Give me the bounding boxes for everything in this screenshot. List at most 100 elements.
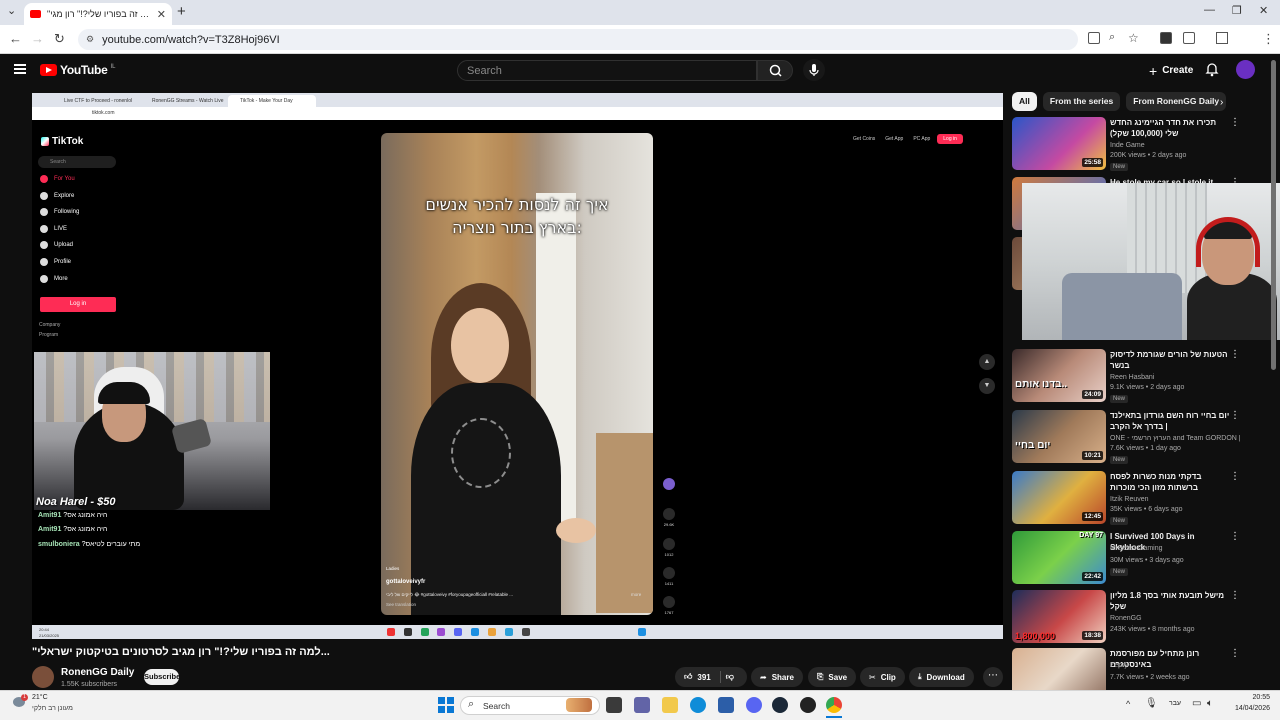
- chip-from-channel[interactable]: From RonenGG Daily: [1126, 92, 1227, 111]
- windows-start-icon[interactable]: [438, 697, 454, 713]
- logo-text: YouTube: [60, 63, 108, 77]
- input-language[interactable]: עבר: [1169, 700, 1181, 707]
- recommendation-item[interactable]: בדנו אותם.. 24:09 הטעות של הורים שגורמת ל…: [1012, 349, 1242, 405]
- tiktok-footer-link: Program: [39, 332, 59, 338]
- chevron-right-icon[interactable]: ›: [1220, 97, 1223, 108]
- video-thumbnail[interactable]: בדנו אותם.. 24:09: [1012, 349, 1106, 402]
- rec-menu-icon[interactable]: ⋮: [1230, 117, 1240, 128]
- video-thumbnail[interactable]: [1012, 648, 1106, 690]
- rec-menu-icon[interactable]: ⋮: [1230, 531, 1240, 542]
- forward-icon[interactable]: →: [31, 31, 44, 46]
- pc-app-button: PC App: [913, 136, 931, 142]
- rec-menu-icon[interactable]: ⋮: [1230, 410, 1240, 421]
- recommendation-item[interactable]: 1,800,000 18:38 מישל תובעת אותי בסך 1.8 מ…: [1012, 590, 1242, 646]
- download-button[interactable]: ⤓ Download: [909, 667, 974, 687]
- back-icon[interactable]: ←: [9, 31, 22, 46]
- search-icon: [769, 64, 782, 77]
- video-player[interactable]: Live CTF to Proceed - ronenlol RonenGG S…: [32, 93, 1003, 639]
- tiktok-search: Search: [38, 156, 116, 168]
- chrome-icon[interactable]: [826, 697, 842, 713]
- create-label: Create: [1162, 65, 1194, 76]
- store-icon[interactable]: [718, 697, 734, 713]
- tiktok-sound-label: Ladies: [386, 566, 400, 571]
- clip-button[interactable]: ✂ Clip: [860, 667, 905, 687]
- rec-menu-icon[interactable]: ⋮: [1230, 471, 1240, 482]
- tab-close-icon[interactable]: ✕: [157, 8, 166, 21]
- search-button[interactable]: [757, 60, 793, 81]
- install-icon[interactable]: [1088, 32, 1100, 44]
- new-tab-icon[interactable]: +: [177, 3, 186, 20]
- users-icon: [40, 208, 48, 216]
- share-button[interactable]: ➦ Share: [751, 667, 803, 687]
- voice-search-button[interactable]: [803, 59, 825, 81]
- recommendation-item[interactable]: יום בחיי 10:21 יום בחיי רוח השם גורדון בת…: [1012, 410, 1242, 466]
- live-icon: [40, 225, 48, 233]
- page-scrollbar[interactable]: [1271, 60, 1276, 370]
- video-thumbnail[interactable]: 12:45: [1012, 471, 1106, 524]
- obs-icon[interactable]: [800, 697, 816, 713]
- more-actions-icon[interactable]: ⋯: [983, 667, 1003, 687]
- volume-icon[interactable]: 🔈︎: [1207, 698, 1213, 709]
- duration-badge: 18:38: [1082, 631, 1103, 640]
- create-button[interactable]: + Create: [1141, 60, 1201, 81]
- notifications-button[interactable]: [1205, 61, 1219, 82]
- thumbnail-overlay-text: בדנו אותם..: [1015, 379, 1068, 390]
- video-thumbnail[interactable]: 25:58: [1012, 117, 1106, 170]
- chat-message: ?היה אמונג אס: [63, 512, 108, 519]
- rec-menu-icon[interactable]: ⋮: [1230, 590, 1240, 601]
- clock-time[interactable]: 20:55: [1225, 694, 1270, 701]
- video-thumbnail[interactable]: 1,800,000 18:38: [1012, 590, 1106, 643]
- browser-menu-icon[interactable]: ⋮: [1262, 31, 1275, 47]
- video-thumbnail[interactable]: יום בחיי 10:21: [1012, 410, 1106, 463]
- maximize-icon[interactable]: ❐: [1232, 4, 1242, 17]
- reload-icon[interactable]: ↻: [54, 31, 65, 47]
- rec-menu-icon[interactable]: ⋮: [1230, 349, 1240, 360]
- menu-icon[interactable]: [14, 64, 26, 74]
- steam-icon[interactable]: [772, 697, 788, 713]
- channel-avatar[interactable]: [32, 666, 54, 688]
- close-window-icon[interactable]: ✕: [1259, 4, 1268, 17]
- chip-all[interactable]: All: [1012, 92, 1037, 111]
- rec-menu-icon[interactable]: ⋮: [1230, 648, 1240, 659]
- webcam-microphone: [170, 417, 213, 455]
- rec-channel: Reen Hasbani: [1110, 374, 1155, 381]
- zoom-icon[interactable]: ⌕: [1109, 31, 1115, 44]
- captured-tab: RonenGG Streams - Watch Live: [152, 98, 224, 104]
- extensions-puzzle-icon[interactable]: [1183, 32, 1195, 44]
- site-info-icon[interactable]: ⚙: [86, 34, 94, 45]
- url-field[interactable]: ⚙ youtube.com/watch?v=T3Z8Hoj96VI: [78, 29, 1078, 50]
- chip-from-series[interactable]: From the series: [1042, 92, 1121, 111]
- minimize-icon[interactable]: —: [1204, 4, 1215, 16]
- save-button[interactable]: ⎘ Save: [808, 667, 857, 687]
- tiktok-nav-more: More: [40, 275, 68, 283]
- teams-icon[interactable]: [634, 697, 650, 713]
- network-icon[interactable]: ▭: [1192, 698, 1201, 709]
- account-avatar[interactable]: [1236, 60, 1255, 79]
- youtube-logo[interactable]: YouTube IL: [40, 63, 115, 77]
- microphone-tray-icon[interactable]: 🎙︎: [1145, 698, 1158, 709]
- subscribe-button[interactable]: Subscribe: [144, 669, 180, 685]
- media-control-icon[interactable]: [1216, 32, 1228, 44]
- clock-date[interactable]: 14/04/2026: [1225, 705, 1270, 712]
- file-explorer-icon[interactable]: [662, 697, 678, 713]
- recommendation-item[interactable]: 25:58 תכירו את חדר הגיימינג החדש שלי (10…: [1012, 117, 1242, 173]
- task-view-icon[interactable]: [606, 697, 622, 713]
- channel-name[interactable]: RonenGG Daily: [61, 667, 134, 678]
- discord-icon[interactable]: [746, 697, 762, 713]
- recommendation-item[interactable]: DAY 97 22:42 I Survived 100 Days in Skybl…: [1012, 531, 1242, 587]
- bookmark-star-icon[interactable]: ☆: [1128, 31, 1139, 45]
- dislike-button[interactable]: 👎︎: [726, 672, 734, 682]
- tab-search-icon[interactable]: ⌄: [7, 4, 16, 17]
- rec-title: הטעות של הורים שגורמת לדיסוק בנשר: [1110, 350, 1228, 370]
- edge-icon[interactable]: [690, 697, 706, 713]
- search-input[interactable]: Search: [457, 60, 757, 81]
- recommendation-item[interactable]: רונן מתחיל עם מפורסמת באינסטגרם Zepry 7.…: [1012, 648, 1242, 690]
- browser-tab-active[interactable]: "למה זה בפוריו שלי?!" רון מגי... ✕: [24, 3, 172, 25]
- video-thumbnail[interactable]: DAY 97 22:42: [1012, 531, 1106, 584]
- captured-clock-date: 21/03/2025: [39, 633, 60, 638]
- recommendation-item[interactable]: 12:45 בדקתי מנות כשרות לפסח ברשתות מזון …: [1012, 471, 1242, 527]
- like-button[interactable]: 👍︎ 391: [684, 672, 711, 682]
- extension-icon[interactable]: [1160, 32, 1172, 44]
- tray-overflow-icon[interactable]: ^: [1126, 699, 1130, 709]
- youtube-header: YouTube IL Search + Create: [0, 54, 1280, 87]
